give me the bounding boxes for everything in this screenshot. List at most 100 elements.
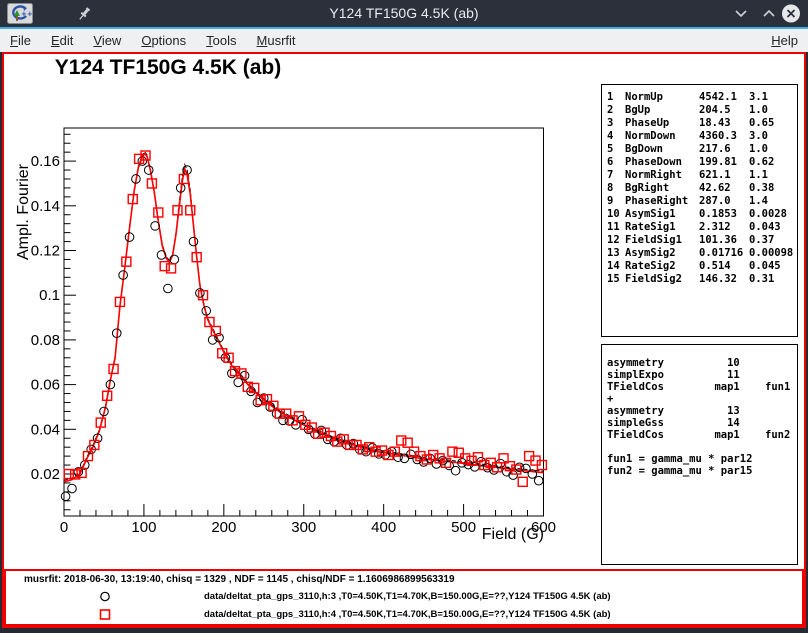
y-tick-label: 0.1 [39,287,60,304]
fit-curve-black-dashed [64,152,544,481]
param-value: 0.514 [699,260,749,273]
data-point-circle [189,237,198,246]
root-canvas[interactable]: Y124 TF150G 4.5K (ab) 010020030040050060… [2,52,806,628]
close-button[interactable] [780,3,802,24]
y-tick-label: 0.04 [31,421,60,438]
minimize-button[interactable] [730,3,752,24]
fit-parameters-box[interactable]: 1NormUp4542.13.12BgUp204.51.03PhaseUp18.… [601,84,798,337]
parameter-row: 1NormUp4542.13.1 [607,91,797,104]
parameter-row: 9PhaseRight287.01.4 [607,195,797,208]
data-point-square [173,206,182,215]
menu-view[interactable]: View [83,29,131,52]
data-point-square [397,436,406,445]
x-tick-label: 200 [211,519,236,536]
param-value: 0.1853 [699,208,749,221]
data-point-circle [228,369,237,378]
param-error: 1.4 [749,195,797,208]
param-n: 12 [607,234,625,247]
param-error: 0.00098 [749,247,797,260]
param-name: BgDown [625,143,699,156]
window-titlebar[interactable]: ++ Y124 TF150G 4.5K (ab) [0,0,808,27]
parameter-row: 11RateSig12.3120.043 [607,221,797,234]
window-title: Y124 TF150G 4.5K (ab) [0,0,808,27]
y-axis: 0.020.040.060.080.10.120.140.16 [31,134,76,509]
circle-legend-marker-icon [98,589,112,604]
theory-box[interactable]: asymmetry 10simplExpo 11 TFieldCos map1 f… [601,344,798,565]
param-value: 199.81 [699,156,749,169]
param-n: 4 [607,130,625,143]
y-tick-label: 0.06 [31,377,60,394]
param-name: RateSig2 [625,260,699,273]
menu-help[interactable]: Help [761,29,808,52]
x-tick-label: 400 [371,519,396,536]
parameter-row: 8BgRight42.620.38 [607,182,797,195]
data-point-circle [61,492,70,501]
param-name: PhaseDown [625,156,699,169]
x-tick-label: 0 [60,519,68,536]
y-tick-label: 0.02 [31,466,60,483]
menu-options[interactable]: Options [131,29,196,52]
theory-line: simplExpo 11 [607,369,797,381]
plot-frame [64,128,544,516]
theory-line: fun1 = gamma_mu * par12 [607,453,797,465]
data-point-circle [164,284,173,293]
parameter-row: 6PhaseDown199.810.62 [607,156,797,169]
parameter-row: 13AsymSig20.017160.00098 [607,247,797,260]
legend-text: data/deltat_pta_gps_3110,h:3 ,T0=4.50K,T… [204,591,611,602]
param-n: 3 [607,117,625,130]
parameter-row: 10AsymSig10.18530.0028 [607,208,797,221]
menubar: FileEditViewOptionsToolsMusrfit Help [0,29,808,52]
theory-line: asymmetry 10 [607,357,797,369]
theory-line [607,441,797,453]
param-n: 11 [607,221,625,234]
fit-curve-red [64,153,544,482]
param-n: 10 [607,208,625,221]
parameter-row: 2BgUp204.51.0 [607,104,797,117]
menu-edit[interactable]: Edit [41,29,83,52]
param-name: NormDown [625,130,699,143]
param-name: BgUp [625,104,699,117]
musrfit-status-line: musrfit: 2018-06-30, 13:19:40, chisq = 1… [24,574,455,585]
param-n: 8 [607,182,625,195]
y-tick-label: 0.16 [31,153,60,170]
theory-line: TFieldCos map1 fun2 [607,429,797,441]
param-error: 0.045 [749,260,797,273]
menubar-right: Help [761,29,808,52]
param-n: 2 [607,104,625,117]
param-error: 1.0 [749,143,797,156]
maximize-button[interactable] [758,3,780,24]
param-n: 13 [607,247,625,260]
menu-file[interactable]: File [0,29,41,52]
theory-line: simpleGss 14 [607,417,797,429]
menu-musrfit[interactable]: Musrfit [247,29,306,52]
param-name: FieldSig1 [625,234,699,247]
data-point-circle [451,466,460,475]
param-error: 1.1 [749,169,797,182]
data-point-circle [343,441,352,450]
param-n: 7 [607,169,625,182]
menu-tools[interactable]: Tools [196,29,246,52]
param-name: PhaseRight [625,195,699,208]
data-point-circle [253,398,262,407]
param-value: 18.43 [699,117,749,130]
y-tick-label: 0.14 [31,198,60,215]
param-error: 0.37 [749,234,797,247]
data-point-circle [196,289,205,298]
theory-line: fun2 = gamma_mu * par15 [607,465,797,477]
param-n: 1 [607,91,625,104]
param-error: 3.1 [749,91,797,104]
param-n: 15 [607,273,625,286]
theory-line: + [607,393,797,405]
series-circles [61,157,543,501]
parameter-row: 4NormDown4360.33.0 [607,130,797,143]
param-name: NormUp [625,91,699,104]
param-n: 9 [607,195,625,208]
param-name: RateSig1 [625,221,699,234]
parameter-row: 12FieldSig1101.360.37 [607,234,797,247]
param-error: 0.31 [749,273,797,286]
param-value: 4360.3 [699,130,749,143]
parameter-row: 3PhaseUp18.430.65 [607,117,797,130]
data-point-circle [68,484,77,493]
info-legend-pad[interactable]: musrfit: 2018-06-30, 13:19:40, chisq = 1… [4,569,804,626]
data-point-square [160,262,169,271]
